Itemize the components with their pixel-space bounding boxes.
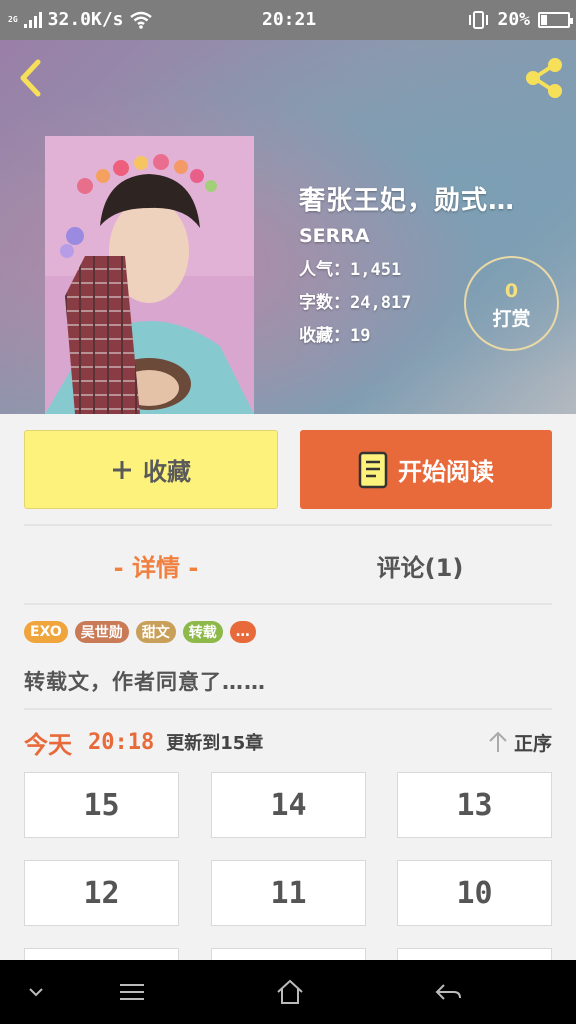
update-row: 今天 20:18 更新到15章 正序	[24, 724, 552, 760]
reward-button[interactable]: 0 打赏	[464, 256, 559, 351]
book-icon	[358, 451, 388, 488]
chapter-button[interactable]: 12	[24, 860, 179, 926]
system-nav-bar	[0, 960, 576, 1024]
back-arrow-icon	[435, 984, 461, 1000]
chapter-button[interactable]: 10	[397, 860, 552, 926]
chevron-left-icon	[20, 59, 41, 97]
network-speed: 32.0K/s	[47, 9, 124, 30]
book-author[interactable]: SERRA	[299, 225, 561, 247]
update-text: 更新到15章	[166, 733, 264, 754]
share-button[interactable]	[522, 56, 566, 100]
tag-item[interactable]: 甜文	[135, 621, 176, 643]
vibrate-icon	[469, 10, 489, 29]
chapter-button[interactable]: 14	[211, 772, 366, 838]
tag-list: EXO 吴世勋 甜文 转载 …	[24, 621, 256, 643]
signal-icon	[23, 11, 42, 28]
tag-item[interactable]: 吴世勋	[74, 621, 129, 643]
status-bar: 2G 32.0K/s 20:21 20%	[0, 0, 576, 40]
nav-home-button[interactable]	[270, 974, 310, 1010]
book-title: 奢张王妃，勋式…	[299, 186, 516, 216]
plus-icon	[113, 460, 131, 479]
reward-label: 打赏	[492, 308, 531, 330]
add-favorite-button[interactable]: 收藏	[24, 430, 278, 509]
update-day: 今天	[24, 730, 72, 759]
tab-details[interactable]: - 详情 -	[24, 528, 288, 603]
favorite-label: 收藏	[143, 458, 191, 486]
divider	[24, 524, 552, 526]
reward-count: 0	[504, 280, 519, 302]
book-cover[interactable]	[45, 136, 254, 414]
tab-comments[interactable]: 评论(1)	[288, 528, 552, 603]
back-button[interactable]	[14, 58, 50, 98]
start-reading-button[interactable]: 开始阅读	[300, 430, 552, 509]
battery-icon	[538, 11, 573, 28]
tag-item[interactable]: 转载	[182, 621, 223, 643]
sort-button[interactable]: 正序	[488, 729, 552, 756]
update-time: 20:18	[88, 729, 155, 755]
nav-menu-button[interactable]	[112, 974, 152, 1010]
chevron-down-icon	[29, 988, 43, 997]
clock: 20:21	[262, 9, 317, 30]
share-icon	[526, 58, 562, 98]
tag-item[interactable]: EXO	[24, 621, 68, 643]
divider	[24, 603, 552, 605]
home-icon	[277, 979, 303, 1004]
nav-collapse-button[interactable]	[16, 974, 56, 1010]
nav-back-button[interactable]	[428, 974, 468, 1010]
battery-percent: 20%	[497, 9, 530, 30]
book-summary[interactable]: 转载文，作者同意了……	[24, 666, 266, 696]
sort-label: 正序	[513, 732, 552, 755]
network-type: 2G	[8, 14, 18, 24]
book-header: 奢张王妃，勋式… SERRA 人气：1,451 字数：24,817 收藏：19 …	[0, 40, 576, 414]
divider	[24, 708, 552, 710]
wifi-icon	[129, 11, 152, 29]
menu-icon	[120, 984, 144, 1000]
chapter-button[interactable]: 13	[397, 772, 552, 838]
chapter-button[interactable]: 15	[24, 772, 179, 838]
tab-bar: - 详情 - 评论(1)	[24, 528, 552, 603]
chapter-button[interactable]: 11	[211, 860, 366, 926]
tag-more[interactable]: …	[229, 621, 256, 643]
arrow-up-icon	[489, 731, 507, 752]
read-label: 开始阅读	[398, 458, 494, 486]
